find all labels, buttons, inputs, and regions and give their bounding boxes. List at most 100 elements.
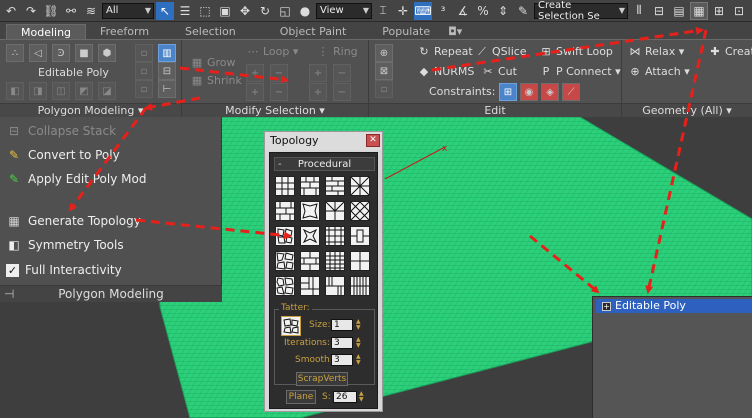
graphite-ribbon-icon[interactable]: ▦ [690, 1, 708, 20]
p-connect-button[interactable]: PP Connect ▾ [539, 64, 621, 80]
symmetry-tools-item[interactable]: ◧ Symmetry Tools [6, 235, 123, 255]
create-button[interactable]: ✚Create [708, 44, 752, 60]
toggle-ribbon-icon[interactable]: ▫ [135, 80, 153, 98]
smooth-spinner-arrows-icon[interactable]: ▲ ▼ [356, 354, 362, 366]
selection-filter-dropdown[interactable]: All ▼ [102, 2, 154, 19]
scrapverts-button[interactable]: ScrapVerts [296, 372, 348, 386]
constraint-face-icon[interactable]: ◈ [541, 83, 559, 101]
topology-pattern-tile[interactable] [300, 201, 320, 221]
show-end-result-icon[interactable]: ◫ [52, 82, 70, 100]
bind-space-warp-icon[interactable]: ≋ [82, 2, 100, 20]
collapse-stack-item[interactable]: ⊟ Collapse Stack [6, 121, 116, 141]
polygon-subobject-icon[interactable]: ■ [75, 44, 93, 62]
window-crossing-icon[interactable]: ▣ [216, 2, 234, 20]
vertex-subobject-icon[interactable]: ∴ [6, 44, 24, 62]
select-manipulate-icon[interactable]: ✛ [394, 2, 412, 20]
topology-pattern-tile[interactable] [350, 276, 370, 296]
mirror-icon[interactable]: ⫴ [630, 2, 648, 20]
grow-button[interactable]: ▦ Grow [190, 55, 236, 71]
size-spinner-arrows-icon[interactable]: ▲ ▼ [356, 319, 362, 331]
layer-explorer-icon[interactable]: ▤ [670, 2, 688, 20]
topology-pattern-tile[interactable] [275, 176, 295, 196]
loop-grow-2-icon[interactable]: + [246, 83, 264, 101]
modify-selection-title[interactable]: Modify Selection ▾ [182, 103, 368, 118]
topology-pattern-tile[interactable] [325, 276, 345, 296]
loop-button[interactable]: ⋯ Loop ▾ [246, 44, 299, 60]
element-subobject-icon[interactable]: ⬢ [98, 44, 116, 62]
angle-snap-icon[interactable]: ∡ [454, 2, 472, 20]
topology-pattern-tile[interactable] [275, 226, 295, 246]
border-subobject-icon[interactable]: Ͽ [52, 44, 70, 62]
loop-shrink-icon[interactable]: − [270, 64, 288, 82]
generate-topology-ribbon-icon[interactable]: ⊢ [158, 80, 176, 98]
lock-selection-icon[interactable]: ▫ [135, 44, 153, 62]
iterations-spinner-arrows-icon[interactable]: ▲ ▼ [356, 337, 362, 349]
pin-icon[interactable]: ⊣ [4, 286, 14, 302]
ring-shrink-2-icon[interactable]: − [333, 83, 351, 101]
relax-button[interactable]: ⋈ Relax ▾ [628, 44, 685, 60]
topology-pattern-tile[interactable] [300, 251, 320, 271]
modify-mode-icon[interactable]: ▥ [158, 44, 176, 62]
select-link-icon[interactable]: ⛓ [42, 2, 60, 20]
rect-selection-icon[interactable]: ⬚ [196, 2, 214, 20]
topology-pattern-tile[interactable] [350, 201, 370, 221]
preserve-uvs-icon[interactable]: ⊕ [375, 44, 393, 62]
rotate-icon[interactable]: ↻ [256, 2, 274, 20]
topology-pattern-tile[interactable] [325, 201, 345, 221]
size-spinner[interactable]: 1 [331, 319, 353, 331]
constraint-none-icon[interactable]: ⊞ [499, 83, 517, 101]
curve-editor-icon[interactable]: ⊞ [710, 2, 728, 20]
redo-icon[interactable]: ↷ [22, 2, 40, 20]
topology-pattern-tile[interactable] [300, 176, 320, 196]
pivot-center-icon[interactable]: ⌶ [374, 2, 392, 20]
topology-pattern-tile[interactable] [300, 276, 320, 296]
plane-button[interactable]: Plane [286, 390, 316, 404]
edit-title[interactable]: Edit [369, 103, 621, 118]
place-icon[interactable]: ● [296, 2, 314, 20]
topology-pattern-tile[interactable] [325, 176, 345, 196]
edit-extra-icon[interactable]: ▫ [375, 80, 393, 98]
ring-button[interactable]: ⋮ Ring [316, 44, 358, 60]
convert-to-poly-item[interactable]: ✎ Convert to Poly [6, 145, 120, 165]
attach-button[interactable]: ⊕ Attach ▾ [628, 64, 689, 80]
topology-pattern-tile[interactable] [350, 176, 370, 196]
topology-pattern-tile[interactable] [350, 251, 370, 271]
s-spinner-arrows-icon[interactable]: ▲ ▼ [359, 391, 365, 403]
topology-pattern-tile[interactable] [275, 201, 295, 221]
keyboard-shortcut-icon[interactable]: ⌨ [414, 1, 432, 20]
tab-modeling[interactable]: Modeling [6, 24, 87, 39]
procedural-rollout[interactable]: - Procedural [274, 157, 375, 171]
tab-object-paint[interactable]: Object Paint [258, 24, 369, 39]
topology-dialog-title[interactable]: Topology [265, 132, 382, 150]
checkbox-icon[interactable]: ✓ [6, 263, 19, 277]
named-selection-dropdown[interactable]: Create Selection Se ▼ [534, 0, 628, 22]
iterations-spinner[interactable]: 3 [331, 337, 353, 349]
undo-icon[interactable]: ↶ [2, 2, 20, 20]
ring-grow-icon[interactable]: + [309, 64, 327, 82]
tab-selection[interactable]: Selection [163, 24, 258, 39]
schematic-view-icon[interactable]: ⊡ [730, 2, 748, 20]
repeat-button[interactable]: ↻ Repeat [417, 44, 472, 60]
s-spinner[interactable]: 26 [333, 391, 357, 403]
ribbon-options-icon[interactable]: ◘▾ [444, 24, 466, 39]
topology-pattern-tile[interactable] [325, 251, 345, 271]
reference-coordinate-dropdown[interactable]: View ▼ [316, 2, 372, 19]
generate-topology-item[interactable]: ▦ Generate Topology [6, 211, 141, 231]
constraint-edge-icon[interactable]: ◉ [520, 83, 538, 101]
percent-snap-icon[interactable]: % [474, 2, 492, 20]
qslice-button[interactable]: ⟋ QSlice [475, 44, 526, 60]
ignore-backfacing-icon[interactable]: ◪ [98, 82, 116, 100]
topology-pattern-tile[interactable] [275, 251, 295, 271]
editable-poly-stack-item[interactable]: + Editable Poly [596, 299, 752, 313]
snaps-toggle-icon[interactable]: ³ [434, 2, 452, 20]
tatter-pattern-icon[interactable] [281, 316, 301, 336]
tab-populate[interactable]: Populate [368, 24, 444, 39]
close-icon[interactable]: ✕ [366, 134, 380, 147]
stack-up-icon[interactable]: ◧ [6, 82, 24, 100]
spinner-snap-icon[interactable]: ⇕ [494, 2, 512, 20]
ring-shrink-icon[interactable]: − [333, 64, 351, 82]
collapse-icon[interactable]: ⊟ [158, 62, 176, 80]
expand-plus-icon[interactable]: + [602, 302, 611, 311]
geometry-title[interactable]: Geometry (All) ▾ [622, 103, 752, 118]
apply-edit-poly-mod-item[interactable]: ✎ Apply Edit Poly Mod [6, 169, 147, 189]
